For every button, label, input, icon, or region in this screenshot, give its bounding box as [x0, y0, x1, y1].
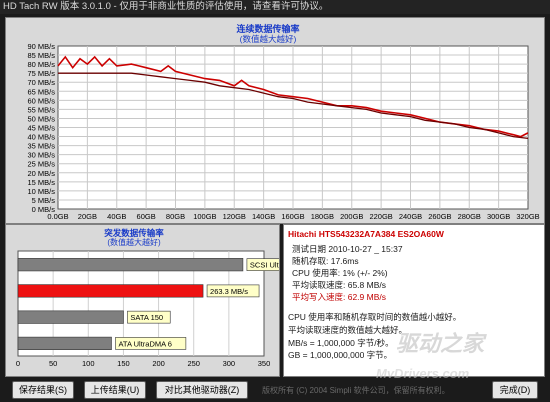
upload-results-button[interactable]: 上传结果(U) — [84, 381, 146, 399]
note-mbs: MB/s = 1,000,000 字节/秒。 — [288, 338, 394, 348]
y-tick-label: 35 MB/s — [27, 142, 55, 151]
y-tick-label: 15 MB/s — [27, 178, 55, 187]
burst-title: 突发数据传输率 — [104, 228, 164, 238]
burst-bar-1 — [17, 258, 244, 272]
burst-bar-3 — [17, 310, 124, 324]
note-read: 平均读取速度的数值越大越好。 — [288, 325, 408, 335]
burst-x-tick-label: 50 — [49, 359, 57, 368]
y-tick-label: 60 MB/s — [27, 96, 55, 105]
y-tick-label: 5 MB/s — [32, 196, 56, 205]
y-tick-label: 10 MB/s — [27, 187, 55, 196]
burst-chart-panel: 突发数据传输率 (数值越大越好) 0 50 100 150 200 250 300 350 SC… — [5, 224, 314, 377]
x-tick-label: 320GB — [516, 212, 539, 221]
y-tick-label: 20 MB/s — [27, 169, 55, 178]
y-tick-label: 65 MB/s — [27, 87, 55, 96]
burst-x-tick-label: 250 — [187, 359, 200, 368]
burst-x-tick-label: 350 — [258, 359, 271, 368]
y-tick-label: 85 MB/s — [27, 51, 55, 60]
x-tick-label: 280GB — [458, 212, 481, 221]
x-tick-label: 260GB — [428, 212, 451, 221]
avg-read-speed: 平均读取速度: 65.8 MB/s — [292, 280, 386, 290]
compare-drives-button[interactable]: 对比其他驱动器(Z) — [156, 381, 248, 399]
x-tick-label: 60GB — [137, 212, 156, 221]
burst-x-tick-label: 150 — [117, 359, 130, 368]
x-tick-label: 0.0GB — [47, 212, 68, 221]
x-tick-label: 300GB — [487, 212, 510, 221]
burst-bar-label: SCSI Ultra320 — [250, 261, 279, 270]
avg-write-speed: 平均写入速度: 62.9 MB/s — [292, 292, 386, 302]
x-tick-label: 220GB — [369, 212, 392, 221]
watermark-logo: 驱动之家 — [396, 331, 485, 356]
y-tick-label: 40 MB/s — [27, 133, 55, 142]
y-tick-label: 90 MB/s — [27, 42, 55, 51]
save-results-button[interactable]: 保存结果(S) — [12, 381, 74, 399]
y-tick-label: 50 MB/s — [27, 114, 55, 123]
burst-x-tick-label: 100 — [82, 359, 95, 368]
x-tick-label: 120GB — [223, 212, 246, 221]
sequential-chart-panel: 连续数据传输率 (数值越大越好) 0 MB/s 5 MB/s 10 MB/s 15 M… — [5, 17, 545, 224]
done-button[interactable]: 完成(D) — [492, 381, 538, 399]
chart-title: 连续数据传输率 — [236, 23, 299, 34]
burst-bar-label: SATA 150 — [130, 313, 163, 322]
x-tick-label: 200GB — [340, 212, 363, 221]
burst-x-tick-label: 300 — [223, 359, 236, 368]
drive-model: Hitachi HTS543232A7A384 ES2OA60W — [288, 229, 444, 239]
y-tick-label: 55 MB/s — [27, 105, 55, 114]
x-tick-label: 100GB — [193, 212, 216, 221]
y-tick-label: 25 MB/s — [27, 160, 55, 169]
test-date: 测试日期 2010-10-27 _ 15:37 — [292, 244, 403, 254]
x-tick-label: 20GB — [78, 212, 97, 221]
burst-x-tick-label: 200 — [152, 359, 165, 368]
x-tick-label: 80GB — [166, 212, 185, 221]
burst-x-tick-label: 0 — [16, 359, 20, 368]
burst-bar-label: 263.3 MB/s — [210, 287, 248, 296]
burst-bar-label: ATA UltraDMA 6 — [118, 339, 172, 348]
sequential-transfer-chart: 连续数据传输率 (数值越大越好) 0 MB/s5 MB/s10 MB/s15 M… — [27, 23, 539, 221]
burst-transfer-chart: 突发数据传输率 (数值越大越好) 0 50 100 150 200 250 300 350 SC… — [16, 228, 314, 368]
note-cpu: CPU 使用率和随机存取时间的数值越小越好。 — [288, 312, 462, 322]
y-tick-label: 30 MB/s — [27, 151, 55, 160]
x-tick-label: 40GB — [107, 212, 126, 221]
window-title: HD Tach RW 版本 3.0.1.0 - 仅用于非商业性质的评估使用，请查… — [0, 0, 550, 14]
chart-subtitle: (数值越大越好) — [240, 34, 297, 44]
x-tick-label: 240GB — [399, 212, 422, 221]
x-tick-label: 180GB — [311, 212, 334, 221]
cpu-usage: CPU 使用率: 1% (+/- 2%) — [292, 268, 388, 278]
y-tick-label: 45 MB/s — [27, 124, 55, 133]
burst-subtitle: (数值越大越好) — [107, 237, 161, 247]
random-access: 随机存取: 17.6ms — [292, 256, 359, 266]
y-tick-label: 75 MB/s — [27, 69, 55, 78]
x-tick-label: 140GB — [252, 212, 275, 221]
note-gb: GB = 1,000,000,000 字节。 — [288, 350, 393, 360]
y-tick-label: 80 MB/s — [27, 60, 55, 69]
copyright-text: 版权所有 (C) 2004 Simpli 软件公司，保留所有权利。 — [262, 386, 450, 395]
x-tick-label: 160GB — [281, 212, 304, 221]
burst-bar-4 — [17, 336, 112, 350]
y-tick-label: 70 MB/s — [27, 78, 55, 87]
burst-bar-2 — [17, 284, 204, 298]
